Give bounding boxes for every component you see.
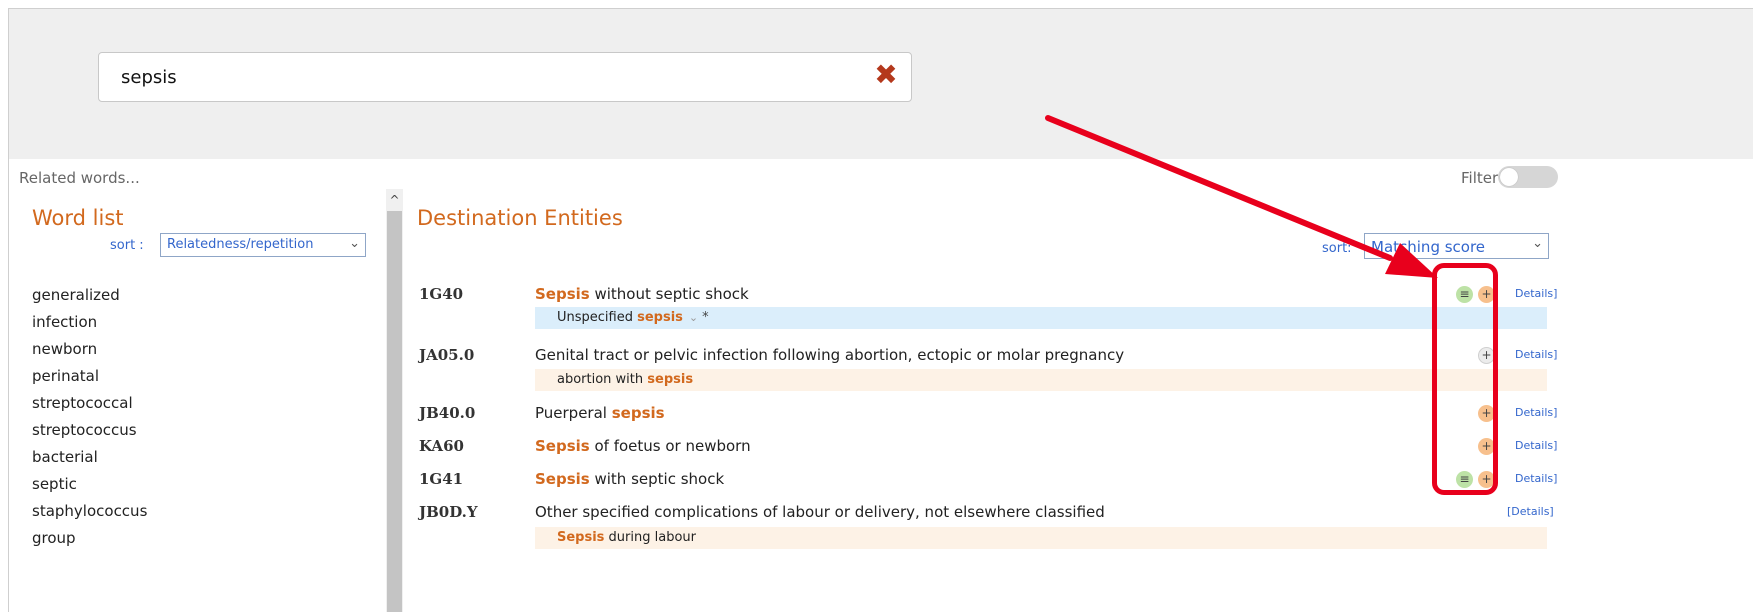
annotation-arrow-shaft bbox=[1045, 115, 1393, 261]
annotation-highlight-box bbox=[1432, 263, 1498, 495]
annotation-arrow-head bbox=[1385, 243, 1438, 278]
